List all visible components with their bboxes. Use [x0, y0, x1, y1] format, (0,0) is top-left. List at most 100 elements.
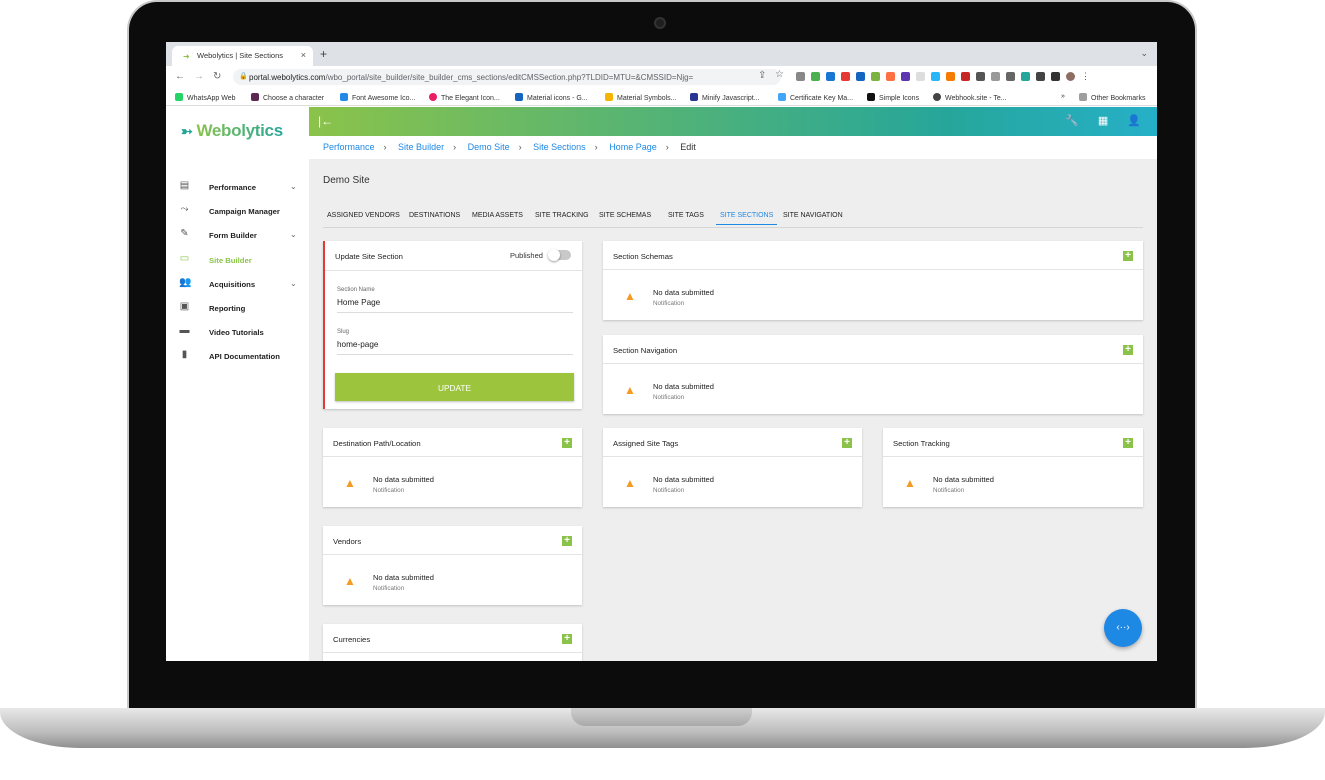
- code-fab-button[interactable]: ‹··›: [1104, 609, 1142, 647]
- bookmark-item[interactable]: Certificate Key Ma...: [778, 93, 853, 102]
- add-icon[interactable]: +: [562, 634, 572, 644]
- chevron-down-icon[interactable]: ⌄: [290, 230, 297, 239]
- extension-icon[interactable]: [931, 72, 940, 81]
- empty-state-subtext: Notification: [653, 487, 685, 494]
- collapse-sidebar-icon[interactable]: |←: [318, 114, 333, 128]
- bookmarks-overflow-button[interactable]: »: [1061, 93, 1065, 100]
- book-icon: ▮: [181, 349, 188, 361]
- new-tab-button[interactable]: +: [320, 47, 327, 61]
- bookmark-item[interactable]: Choose a character: [251, 93, 324, 102]
- bookmark-item[interactable]: Material Symbols...: [605, 93, 677, 102]
- chevron-down-icon[interactable]: ⌄: [290, 279, 297, 288]
- warning-icon: ▲: [624, 476, 636, 490]
- other-bookmarks[interactable]: Other Bookmarks: [1079, 93, 1145, 102]
- add-icon[interactable]: +: [562, 536, 572, 546]
- add-icon[interactable]: +: [562, 438, 572, 448]
- sidebar-item-acquisitions[interactable]: 👥 Acquisitions ⌄: [166, 273, 309, 297]
- section-name-field[interactable]: Home Page: [337, 298, 573, 313]
- forward-arrow-icon[interactable]: →: [194, 71, 204, 82]
- sidebar: ➳ Webolytics ▤ Performance ⌄ ⤳ Campaign Manag…: [166, 107, 309, 661]
- dashboard-icon: ▤: [179, 180, 190, 191]
- breadcrumb-performance[interactable]: Performance: [323, 142, 375, 152]
- browser-tab[interactable]: ➜ Webolytics | Site Sections ×: [172, 46, 313, 66]
- card-title: Section Navigation: [613, 346, 678, 355]
- extension-icon[interactable]: [826, 72, 835, 81]
- account-icon[interactable]: 👤: [1127, 114, 1141, 127]
- bookmark-item[interactable]: Webhook.site - Te...: [933, 93, 1007, 102]
- extension-icon[interactable]: [796, 72, 805, 81]
- published-toggle[interactable]: [548, 249, 571, 261]
- slug-field[interactable]: home-page: [337, 340, 573, 355]
- tab-site-schemas[interactable]: SITE SCHEMAS: [599, 212, 651, 219]
- sidebar-item-campaign-manager[interactable]: ⤳ Campaign Manager: [166, 200, 309, 224]
- bookmark-item[interactable]: The Elegant Icon...: [429, 93, 500, 102]
- slug-label: Slug: [337, 329, 350, 335]
- breadcrumb-home-page[interactable]: Home Page: [609, 142, 657, 152]
- dashboard-grid-icon[interactable]: ▦: [1098, 114, 1108, 127]
- breadcrumb-site-sections[interactable]: Site Sections: [533, 142, 586, 152]
- tab-destinations[interactable]: DESTINATIONS: [409, 212, 460, 219]
- breadcrumb-site-builder[interactable]: Site Builder: [398, 142, 444, 152]
- destination-card: Destination Path/Location + ▲ No data su…: [323, 428, 582, 507]
- tab-site-sections[interactable]: SITE SECTIONS: [716, 212, 778, 225]
- divider: [883, 456, 1143, 457]
- url-input[interactable]: 🔒 portal.webolytics.com/wbo_portal/site_…: [233, 69, 781, 85]
- bookmark-item[interactable]: Minify Javascript...: [690, 93, 760, 102]
- add-icon[interactable]: +: [1123, 345, 1133, 355]
- sidebar-item-label: Reporting: [209, 303, 246, 313]
- people-icon: 👥: [179, 276, 192, 288]
- share-icon[interactable]: ⇪: [758, 70, 766, 81]
- close-tab-icon[interactable]: ×: [301, 50, 306, 60]
- webolytics-logo[interactable]: ➳ Webolytics: [181, 121, 283, 141]
- extension-icon[interactable]: [841, 72, 850, 81]
- sidebar-item-form-builder[interactable]: ✎ Form Builder ⌄: [166, 224, 309, 248]
- sidebar-item-api-documentation[interactable]: ▮ API Documentation: [166, 345, 309, 369]
- extension-icon[interactable]: [856, 72, 865, 81]
- bookmark-item[interactable]: Material icons - G...: [515, 93, 588, 102]
- sidebar-item-reporting[interactable]: ▣ Reporting: [166, 297, 309, 321]
- profile-avatar[interactable]: [1066, 72, 1075, 81]
- extension-icon[interactable]: [916, 72, 925, 81]
- card-title: Section Tracking: [893, 439, 950, 448]
- extension-icon[interactable]: [991, 72, 1000, 81]
- tab-site-tracking[interactable]: SITE TRACKING: [535, 212, 589, 219]
- back-arrow-icon[interactable]: ←: [175, 71, 185, 82]
- extension-icon[interactable]: [946, 72, 955, 81]
- add-icon[interactable]: +: [1123, 251, 1133, 261]
- add-icon[interactable]: +: [842, 438, 852, 448]
- tab-assigned-vendors[interactable]: ASSIGNED VENDORS: [327, 212, 400, 219]
- add-icon[interactable]: +: [1123, 438, 1133, 448]
- bookmark-item[interactable]: Simple Icons: [867, 93, 919, 102]
- browser-menu-icon[interactable]: ⋮: [1081, 72, 1090, 81]
- extension-icon[interactable]: [811, 72, 820, 81]
- sidebar-item-video-tutorials[interactable]: ▬ Video Tutorials: [166, 321, 309, 345]
- address-bar-row: ← → ↻ 🔒 portal.webolytics.com/wbo_portal…: [166, 66, 1157, 88]
- sidebar-item-performance[interactable]: ▤ Performance ⌄: [166, 176, 309, 200]
- sidebar-item-site-builder[interactable]: ▭ Site Builder: [166, 249, 309, 273]
- puzzle-icon[interactable]: [1036, 72, 1045, 81]
- chevron-down-icon[interactable]: ⌄: [290, 182, 297, 191]
- bookmark-star-icon[interactable]: ☆: [775, 69, 784, 80]
- extension-icon[interactable]: [976, 72, 985, 81]
- tab-site-tags[interactable]: SITE TAGS: [668, 212, 704, 219]
- card-title: Currencies: [333, 635, 371, 644]
- tab-media-assets[interactable]: MEDIA ASSETS: [472, 212, 523, 219]
- breadcrumb-demo-site[interactable]: Demo Site: [468, 142, 510, 152]
- update-button[interactable]: UPDATE: [335, 373, 574, 401]
- bookmark-item[interactable]: WhatsApp Web: [175, 93, 236, 102]
- tab-site-navigation[interactable]: SITE NAVIGATION: [783, 212, 843, 219]
- extension-icon[interactable]: [886, 72, 895, 81]
- extension-icon[interactable]: [1021, 72, 1030, 81]
- laptop-notch: [571, 708, 752, 726]
- reload-icon[interactable]: ↻: [213, 71, 221, 82]
- extension-icon[interactable]: [1006, 72, 1015, 81]
- extension-icon[interactable]: [901, 72, 910, 81]
- extension-icon[interactable]: [961, 72, 970, 81]
- wrench-icon[interactable]: 🔧: [1065, 114, 1079, 127]
- tab-search-chevron-icon[interactable]: ⌄: [1140, 48, 1148, 59]
- empty-state-subtext: Notification: [653, 394, 685, 401]
- bookmark-item[interactable]: Font Awesome Ico...: [340, 93, 415, 102]
- extension-icon[interactable]: [871, 72, 880, 81]
- assigned-tags-card: Assigned Site Tags + ▲ No data submitted…: [603, 428, 862, 507]
- sidepanel-icon[interactable]: [1051, 72, 1060, 81]
